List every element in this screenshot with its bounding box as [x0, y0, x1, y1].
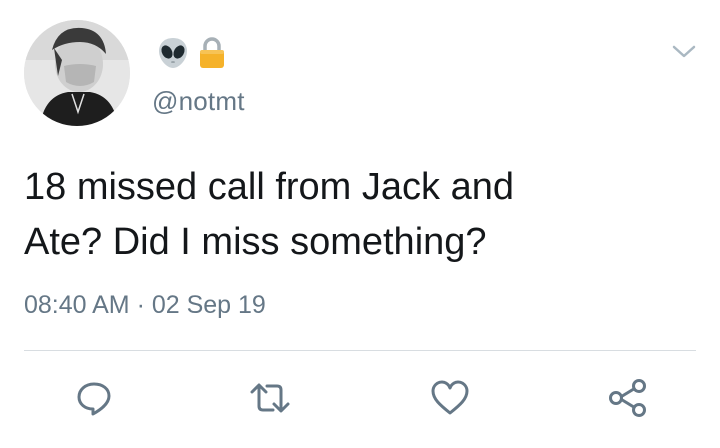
- lock-icon: [200, 37, 224, 68]
- display-name: [156, 36, 226, 70]
- tweet-timestamp[interactable]: 08:40 AM · 02 Sep 19: [24, 288, 266, 322]
- tweet-text: 18 missed call from Jack and Ate? Did I …: [24, 166, 514, 263]
- retweet-button[interactable]: [246, 374, 294, 422]
- avatar[interactable]: [24, 20, 130, 126]
- alien-emoji: [159, 38, 187, 68]
- like-button[interactable]: [426, 374, 474, 422]
- reply-button[interactable]: [70, 374, 118, 422]
- retweet-icon: [250, 383, 290, 413]
- like-icon: [431, 380, 469, 415]
- user-handle[interactable]: @notmt: [152, 86, 245, 116]
- divider: [24, 350, 696, 351]
- reply-icon: [77, 382, 111, 416]
- chevron-down-icon[interactable]: [668, 38, 700, 66]
- share-button[interactable]: [604, 374, 652, 422]
- share-icon: [609, 379, 646, 417]
